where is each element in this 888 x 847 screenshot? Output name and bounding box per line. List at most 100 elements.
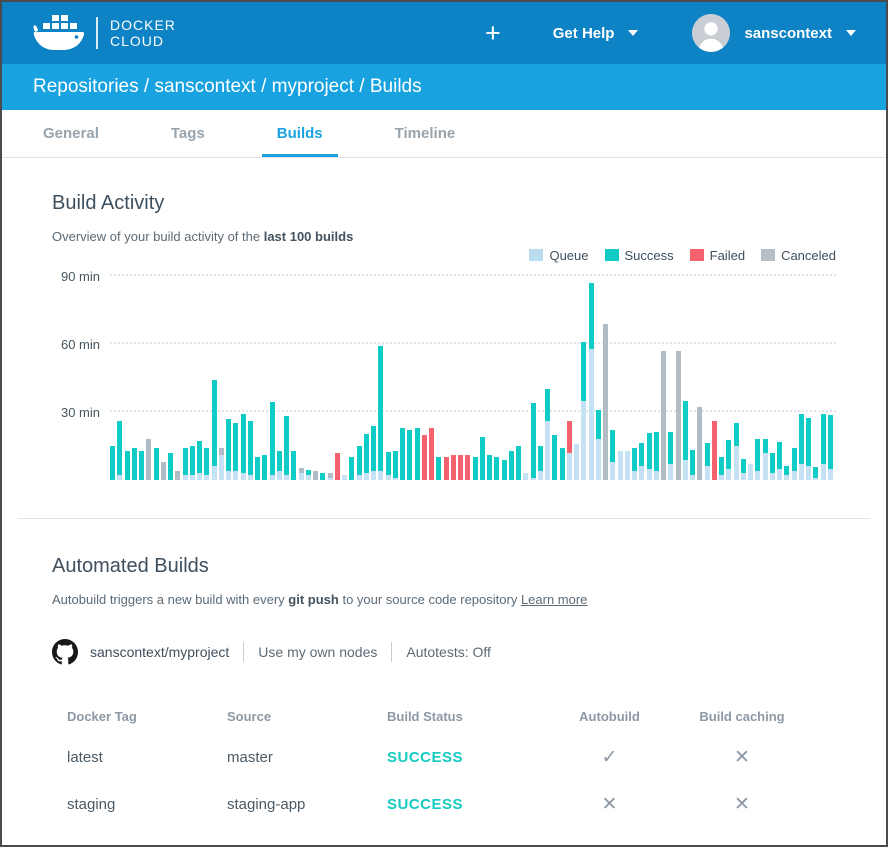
caching-cross-icon[interactable]: ✕ [722,793,762,816]
chart-bar-success[interactable] [806,418,811,480]
user-menu[interactable]: sanscontext [692,14,856,52]
get-help-menu[interactable]: Get Help [553,25,639,42]
chart-bar-success[interactable] [212,380,217,480]
chart-bar-success[interactable] [284,416,289,480]
chart-bar-success[interactable] [378,346,383,480]
chart-bar-success[interactable] [168,453,173,480]
chart-bar-success[interactable] [357,446,362,480]
build-status-link[interactable]: SUCCESS [387,796,552,813]
learn-more-link[interactable]: Learn more [521,592,587,607]
chart-bar-success[interactable] [690,450,695,480]
tab-tags[interactable]: Tags [156,110,220,157]
chart-bar-success[interactable] [386,452,391,480]
chart-bar-success[interactable] [371,426,376,480]
chart-bar-failed[interactable] [712,421,717,480]
chart-bar-success[interactable] [668,432,673,480]
chart-bar-queue[interactable] [748,464,753,480]
chart-bar-canceled[interactable] [175,471,180,480]
chart-bar-success[interactable] [784,466,789,480]
chart-bar-success[interactable] [291,451,296,480]
breadcrumb[interactable]: Repositories / sanscontext / myproject /… [33,76,422,98]
chart-bar-failed[interactable] [567,421,572,480]
chart-bar-success[interactable] [545,389,550,480]
caching-cross-icon[interactable]: ✕ [722,746,762,769]
chart-bar-success[interactable] [306,470,311,480]
tab-builds[interactable]: Builds [262,110,338,157]
chart-bar-success[interactable] [226,419,231,480]
chart-bar-success[interactable] [415,428,420,480]
chart-bar-success[interactable] [734,423,739,480]
chart-bar-success[interactable] [705,443,710,480]
chart-bar-canceled[interactable] [299,468,304,480]
autotests-label[interactable]: Autotests: Off [406,644,491,660]
chart-bar-success[interactable] [560,448,565,480]
chart-bar-success[interactable] [241,414,246,480]
chart-bar-success[interactable] [632,448,637,480]
chart-bar-success[interactable] [777,442,782,480]
chart-bar-success[interactable] [139,451,144,480]
chart-bar-canceled[interactable] [146,439,151,480]
chart-bar-failed[interactable] [451,455,456,480]
chart-bar-success[interactable] [792,448,797,480]
chart-bar-success[interactable] [799,414,804,480]
chart-bar-failed[interactable] [429,428,434,480]
chart-bar-success[interactable] [270,402,275,480]
chart-bar-success[interactable] [349,457,354,480]
chart-bar-success[interactable] [320,473,325,480]
chart-bar-success[interactable] [473,457,478,480]
tab-general[interactable]: General [28,110,114,157]
chart-bar-canceled[interactable] [676,351,681,480]
chart-bar-success[interactable] [233,423,238,480]
chart-bar-success[interactable] [393,451,398,480]
chart-bar-success[interactable] [589,283,594,480]
chart-bar-success[interactable] [647,433,652,480]
chart-bar-success[interactable] [581,342,586,480]
chart-bar-success[interactable] [531,403,536,480]
chart-bar-canceled[interactable] [161,462,166,480]
chart-bar-success[interactable] [183,448,188,480]
build-status-link[interactable]: SUCCESS [387,749,552,766]
chart-bar-success[interactable] [502,460,507,480]
chart-bar-canceled[interactable] [697,407,702,480]
chart-bar-success[interactable] [639,443,644,480]
chart-bar-success[interactable] [516,446,521,480]
chart-bar-success[interactable] [110,446,115,480]
chart-bar-canceled[interactable] [603,324,608,480]
chart-bar-success[interactable] [154,448,159,480]
chart-bar-success[interactable] [683,401,688,480]
chart-bar-success[interactable] [552,435,557,480]
chart-bar-success[interactable] [821,414,826,480]
chart-bar-queue[interactable] [618,451,623,480]
chart-bar-success[interactable] [262,455,267,480]
chart-bar-success[interactable] [190,446,195,480]
chart-bar-success[interactable] [509,451,514,480]
chart-bar-success[interactable] [741,459,746,480]
chart-bar-failed[interactable] [335,453,340,480]
chart-bar-failed[interactable] [422,435,427,480]
chart-bar-success[interactable] [132,448,137,480]
chart-bar-canceled[interactable] [328,473,333,480]
create-plus-button[interactable]: + [485,20,501,47]
chart-bar-success[interactable] [654,432,659,480]
chart-bar-success[interactable] [487,455,492,480]
chart-bar-success[interactable] [125,451,130,480]
chart-bar-success[interactable] [480,437,485,480]
chart-bar-success[interactable] [364,434,369,480]
chart-bar-success[interactable] [494,457,499,480]
chart-bar-success[interactable] [197,441,202,480]
chart-bar-queue[interactable] [342,475,347,480]
autobuild-check-icon[interactable]: ✓ [590,746,630,769]
chart-bar-success[interactable] [770,453,775,480]
chart-bar-success[interactable] [538,446,543,480]
chart-bar-success[interactable] [400,428,405,480]
chart-bar-success[interactable] [436,457,441,480]
docker-cloud-logo[interactable]: DOCKER CLOUD [32,12,176,54]
chart-bar-success[interactable] [755,439,760,480]
chart-bar-canceled[interactable] [661,351,666,480]
chart-bar-success[interactable] [719,457,724,480]
chart-bar-success[interactable] [726,440,731,480]
chart-bar-failed[interactable] [458,455,463,480]
tab-timeline[interactable]: Timeline [380,110,471,157]
chart-bar-failed[interactable] [444,457,449,480]
chart-bar-success[interactable] [828,415,833,480]
